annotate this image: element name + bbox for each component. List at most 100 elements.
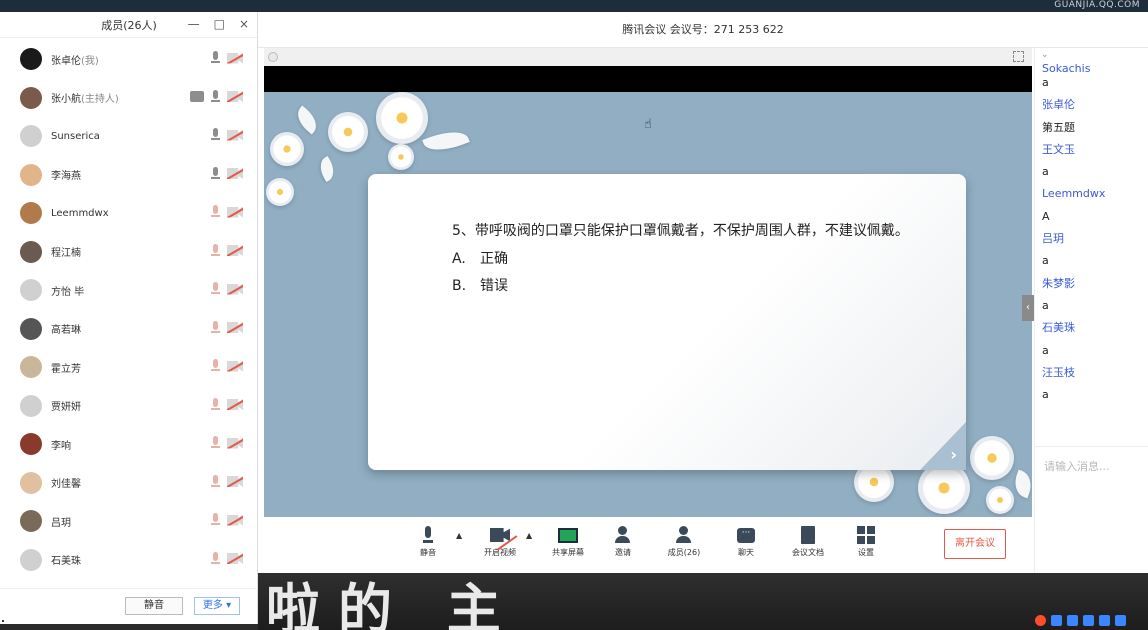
mic-muted-icon[interactable] <box>210 320 221 335</box>
camera-off-icon[interactable] <box>227 360 243 372</box>
member-row[interactable]: 张小航(主持人) <box>0 79 257 118</box>
leave-meeting-button[interactable]: 离开会议 <box>944 529 1006 559</box>
mic-muted-icon[interactable] <box>210 282 221 296</box>
option-a: A. 正确 <box>452 248 508 268</box>
mic-muted-icon[interactable] <box>210 513 221 527</box>
member-status-icons <box>210 320 243 335</box>
chat-sender-name: 朱梦影 <box>1042 276 1075 290</box>
member-status-icons <box>210 513 243 527</box>
member-row[interactable]: 贾妍妍 <box>0 387 257 426</box>
microphone-icon[interactable] <box>210 89 221 104</box>
shared-slide: 5、带呼吸阀的口罩只能保护口罩佩戴者，不保护周围人群，不建议佩戴。 A. 正确 B… <box>264 92 1032 517</box>
member-row[interactable]: 吕玥 <box>0 502 257 541</box>
member-row[interactable]: 刘佳馨 <box>0 464 257 503</box>
desktop-art-text: 啦的 主 <box>266 577 519 630</box>
microphone-icon[interactable] <box>210 51 221 65</box>
mic-muted-icon[interactable] <box>210 397 221 412</box>
member-name-text: 李海燕 <box>51 171 81 183</box>
camera-off-icon[interactable] <box>227 168 243 179</box>
member-name-text: Sunserica <box>51 130 100 142</box>
members-button[interactable]: 成员(26) <box>659 525 709 558</box>
docs-button[interactable]: 会议文档 <box>783 525 833 558</box>
tray-icon[interactable] <box>1067 615 1078 626</box>
camera-off-icon[interactable] <box>227 245 243 256</box>
member-row[interactable]: 张卓伦(我) <box>0 40 257 79</box>
member-name: 李海燕 <box>51 167 81 182</box>
camera-off-icon[interactable] <box>227 52 243 64</box>
mic-muted-icon[interactable] <box>210 205 221 219</box>
invite-button[interactable]: 邀请 <box>598 525 648 558</box>
share-header <box>264 48 1032 66</box>
camera-off-icon[interactable] <box>227 91 243 102</box>
mute-all-button[interactable]: 静音 <box>125 597 183 615</box>
member-row[interactable]: 高若琳 <box>0 310 257 349</box>
settings-button[interactable]: 设置 <box>841 525 891 558</box>
tray-icon[interactable] <box>1051 615 1062 626</box>
camera-off-icon[interactable] <box>227 476 243 487</box>
collapse-chat-button[interactable]: ‹ <box>1022 295 1034 321</box>
member-row[interactable]: Sunserica <box>0 117 257 156</box>
mic-muted-icon[interactable] <box>210 243 221 258</box>
camera-off-icon[interactable] <box>227 283 243 295</box>
avatar <box>20 471 42 494</box>
leaf-decoration <box>1010 469 1032 499</box>
next-arrow-icon[interactable]: › <box>950 445 957 464</box>
tray-icon[interactable] <box>1099 615 1110 626</box>
member-row[interactable]: 方怡 毕 <box>0 271 257 310</box>
member-row[interactable]: 李海燕 <box>0 156 257 195</box>
camera-off-icon[interactable] <box>227 129 243 141</box>
minimize-button[interactable]: — <box>188 17 200 31</box>
chat-button[interactable]: ··· 聊天 <box>721 525 771 558</box>
question-text: 5、带呼吸阀的口罩只能保护口罩佩戴者，不保护周围人群，不建议佩戴。 <box>452 223 909 239</box>
member-row[interactable]: 李响 <box>0 425 257 464</box>
member-name: Sunserica <box>51 131 100 142</box>
avatar <box>20 86 42 109</box>
member-status-icons <box>210 436 243 450</box>
microphone-icon[interactable] <box>210 166 221 181</box>
member-row[interactable]: 霍立芳 <box>0 348 257 387</box>
camera-off-icon[interactable] <box>227 514 243 526</box>
share-screen-button[interactable]: 共享屏幕 <box>543 525 593 558</box>
member-row[interactable]: 程江楠 <box>0 233 257 272</box>
member-status-icons <box>210 474 243 489</box>
leaf-decoration <box>422 125 470 157</box>
mic-muted-icon[interactable] <box>210 436 221 450</box>
mic-muted-icon[interactable] <box>210 474 221 489</box>
member-row[interactable]: Leemmdwx <box>0 194 257 233</box>
maximize-button[interactable]: □ <box>214 17 225 31</box>
camera-off-icon[interactable] <box>227 322 243 333</box>
mute-options-caret[interactable]: ▲ <box>456 531 462 540</box>
chat-sender-name: Leemmdwx <box>1042 187 1106 201</box>
chat-message-text: a <box>1042 254 1049 268</box>
sogou-icon[interactable] <box>1035 615 1046 626</box>
page-turn-corner[interactable] <box>920 422 966 470</box>
camera-off-icon[interactable] <box>227 437 243 449</box>
avatar <box>20 548 42 571</box>
mic-muted-icon[interactable] <box>210 359 221 373</box>
camera-off-icon[interactable] <box>227 399 243 410</box>
close-button[interactable]: × <box>239 17 249 31</box>
member-status-icons <box>190 89 243 104</box>
flower-decoration <box>266 178 294 206</box>
member-status-icons <box>210 282 243 296</box>
tray-icon[interactable] <box>1115 615 1126 626</box>
video-options-caret[interactable]: ▲ <box>526 531 532 540</box>
screen-share-icon <box>190 91 204 102</box>
member-row[interactable]: 石美珠 <box>0 541 257 580</box>
camera-off-icon[interactable] <box>227 553 243 564</box>
fullscreen-icon[interactable] <box>1013 51 1024 62</box>
chat-input[interactable]: 请输入消息... <box>1044 458 1110 474</box>
microphone-icon[interactable] <box>210 128 221 142</box>
member-name-text: Leemmdwx <box>51 207 109 219</box>
chat-sender-name: 王文玉 <box>1042 142 1075 156</box>
mute-button[interactable]: 静音 <box>403 525 453 558</box>
video-button[interactable]: 开启视频 <box>475 525 525 558</box>
camera-off-icon <box>490 528 510 542</box>
chat-top: ⌄ Sokachis <box>1035 48 1148 72</box>
chevron-down-icon[interactable]: ⌄ <box>1041 50 1049 60</box>
tray-icon[interactable] <box>1083 615 1094 626</box>
mic-muted-icon[interactable] <box>210 551 221 566</box>
camera-off-icon[interactable] <box>227 206 243 218</box>
member-role: (主持人) <box>81 94 119 106</box>
more-button[interactable]: 更多 ▾ <box>194 597 240 615</box>
